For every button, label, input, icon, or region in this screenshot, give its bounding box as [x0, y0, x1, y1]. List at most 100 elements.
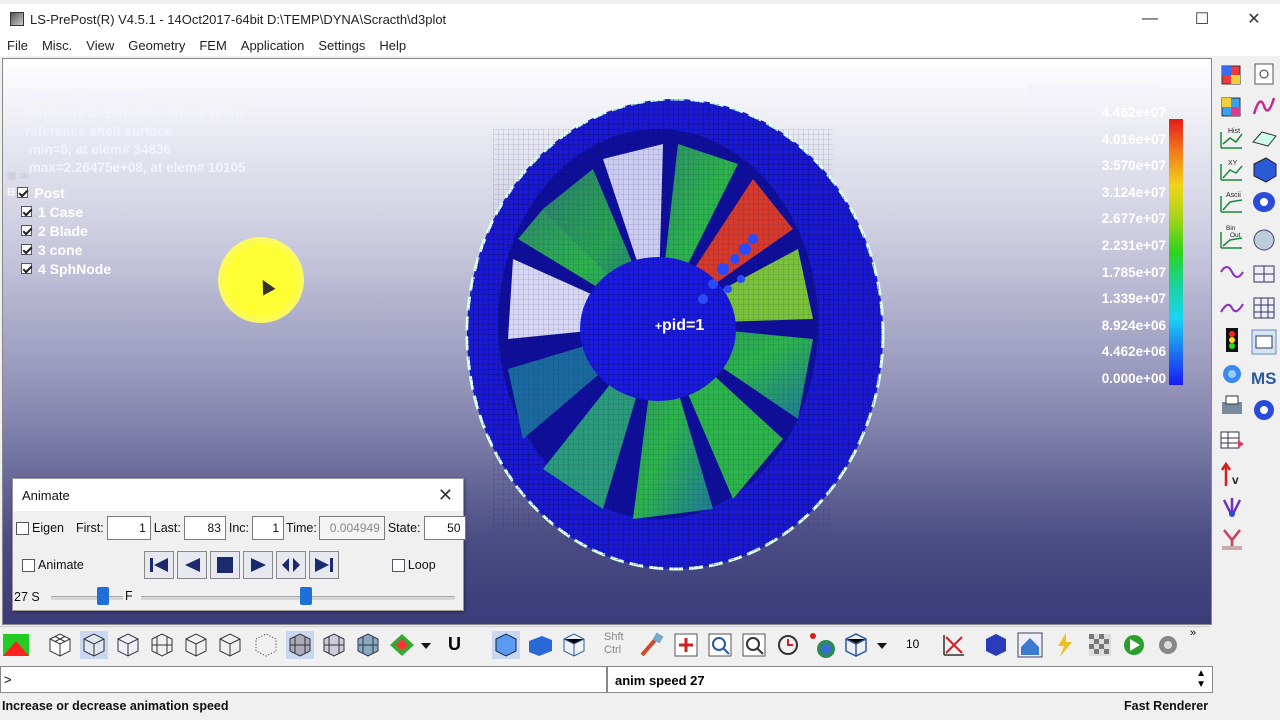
zoom-region-icon[interactable] [740, 631, 768, 659]
output-scroll-icon[interactable]: ▲ ▼ [1196, 668, 1206, 690]
toolbar-mesh-icon[interactable] [1250, 226, 1278, 254]
blue-cube-icon[interactable] [492, 631, 520, 659]
mesh-solid-icon[interactable] [320, 631, 348, 659]
zoom-window-icon[interactable] [706, 631, 734, 659]
mesh-lines-icon[interactable] [286, 631, 314, 659]
command-input[interactable]: > [0, 666, 607, 693]
toolbar-surface-icon[interactable] [1250, 124, 1278, 152]
point-cloud-icon[interactable] [252, 631, 280, 659]
inc-input[interactable]: 1 [252, 516, 285, 540]
last-frame-button[interactable] [308, 551, 339, 579]
toolbar-binout-icon[interactable]: BinOut [1218, 222, 1246, 250]
wire-cube-icon[interactable] [560, 631, 588, 659]
menu-help[interactable]: Help [372, 38, 413, 53]
speed-slider[interactable] [51, 596, 123, 600]
toolbar-particles-icon[interactable] [1218, 492, 1246, 520]
toolbar-probe-icon[interactable] [1250, 328, 1278, 356]
toolbar-solid-icon[interactable] [1250, 156, 1278, 184]
tree-checkbox-sphnode[interactable] [21, 263, 32, 274]
frame-slider-thumb[interactable] [300, 587, 312, 605]
toolbar-deform-icon[interactable] [1218, 294, 1246, 322]
menu-fem[interactable]: FEM [192, 38, 233, 53]
chevron-down-icon[interactable] [418, 631, 434, 659]
shaded-icon[interactable] [80, 631, 108, 659]
tree-checkbox-blade[interactable] [21, 225, 32, 236]
toolbar-constraint-icon[interactable] [1218, 524, 1246, 552]
toolbar-grid-icon[interactable] [1250, 260, 1278, 288]
contour-diamond-icon[interactable] [388, 631, 416, 659]
toolbar-splash-icon[interactable] [1218, 360, 1246, 388]
menu-application[interactable]: Application [234, 38, 312, 53]
last-input[interactable]: 83 [183, 516, 226, 540]
maximize-button[interactable]: ☐ [1176, 4, 1228, 34]
u-label[interactable]: U [448, 631, 476, 659]
loop-checkbox[interactable] [391, 558, 405, 572]
close-button[interactable]: ✕ [1228, 4, 1280, 34]
edge-icon[interactable] [216, 631, 244, 659]
menu-view[interactable]: View [79, 38, 121, 53]
animate-checkbox[interactable] [22, 558, 35, 572]
settings-gear-icon[interactable] [1154, 631, 1182, 659]
state-input[interactable]: 50 [423, 516, 466, 540]
menu-geometry[interactable]: Geometry [121, 38, 192, 53]
view-chevron-down-icon[interactable] [874, 631, 890, 659]
menu-settings[interactable]: Settings [311, 38, 372, 53]
checker-icon[interactable] [1086, 631, 1114, 659]
feature-line-icon[interactable] [182, 631, 210, 659]
blue-box-icon[interactable] [982, 631, 1010, 659]
toolbar-table-icon[interactable] [1218, 426, 1246, 454]
lightning-icon[interactable] [1050, 631, 1078, 659]
tree-checkbox-post[interactable] [17, 187, 29, 198]
toolbar-ascii-icon[interactable]: Ascii [1218, 188, 1246, 216]
menu-misc[interactable]: Misc. [35, 38, 79, 53]
toolbar-wave-icon[interactable] [1218, 258, 1246, 286]
view-cube-icon[interactable] [842, 631, 870, 659]
toolbar-node-icon[interactable] [1250, 60, 1278, 88]
more-chevron-icon[interactable]: » [1190, 627, 1202, 655]
tree-item-case[interactable]: 1 Case [7, 202, 111, 221]
first-input[interactable]: 1 [106, 516, 151, 540]
tree-expand-toggle[interactable]: ▣ ≫ [7, 169, 111, 183]
eigen-checkbox[interactable] [16, 521, 29, 535]
toolbar-wheel-icon[interactable] [1250, 396, 1278, 424]
first-frame-button[interactable] [143, 551, 174, 579]
toolbar-vector-icon[interactable]: v [1218, 460, 1246, 488]
tree-checkbox-cone[interactable] [21, 244, 32, 255]
toolbar-section-icon[interactable] [1250, 294, 1278, 322]
toolbar-traffic-light-icon[interactable] [1218, 326, 1246, 354]
fringe-plot-icon[interactable] [2, 631, 30, 659]
hidden-line-icon[interactable] [114, 631, 142, 659]
brush-icon[interactable] [638, 631, 666, 659]
tree-checkbox-case[interactable] [21, 206, 32, 217]
toolbar-printer-icon[interactable] [1218, 392, 1246, 420]
toolbar-fringe-icon[interactable] [1218, 92, 1246, 120]
frame-slider[interactable] [141, 596, 455, 600]
animate-close-icon[interactable]: ✕ [438, 485, 453, 506]
step-button[interactable] [275, 551, 306, 579]
home-icon[interactable] [1016, 631, 1044, 659]
toolbar-cylinder-icon[interactable] [1250, 188, 1278, 216]
mesh-blue-icon[interactable] [354, 631, 382, 659]
play-button[interactable] [242, 551, 273, 579]
minimize-button[interactable]: — [1124, 4, 1176, 34]
crosshair-add-icon[interactable] [672, 631, 700, 659]
shaded-mesh-icon[interactable] [46, 631, 74, 659]
axes-reset-icon[interactable] [940, 631, 968, 659]
steps-number[interactable]: 10 [906, 631, 934, 659]
globe-icon[interactable] [808, 631, 836, 659]
green-ball-icon[interactable] [1120, 631, 1148, 659]
tree-root-post[interactable]: ⊟ Post [7, 183, 111, 202]
reverse-play-button[interactable] [176, 551, 207, 579]
menu-file[interactable]: File [0, 38, 35, 53]
tree-item-cone[interactable]: 3 cone [7, 240, 111, 259]
toolbar-ms-icon[interactable]: MS [1250, 362, 1278, 390]
toolbar-history-icon[interactable]: Hist [1218, 124, 1246, 152]
toolbar-cube-icon[interactable] [1218, 60, 1246, 88]
tree-item-sphnode[interactable]: 4 SphNode [7, 259, 111, 278]
blue-block-icon[interactable] [526, 631, 554, 659]
toolbar-curve-icon[interactable] [1250, 92, 1278, 120]
tree-item-blade[interactable]: 2 Blade [7, 221, 111, 240]
speed-slider-thumb[interactable] [97, 587, 109, 605]
wireframe-mesh-icon[interactable] [148, 631, 176, 659]
stop-button[interactable] [209, 551, 240, 579]
